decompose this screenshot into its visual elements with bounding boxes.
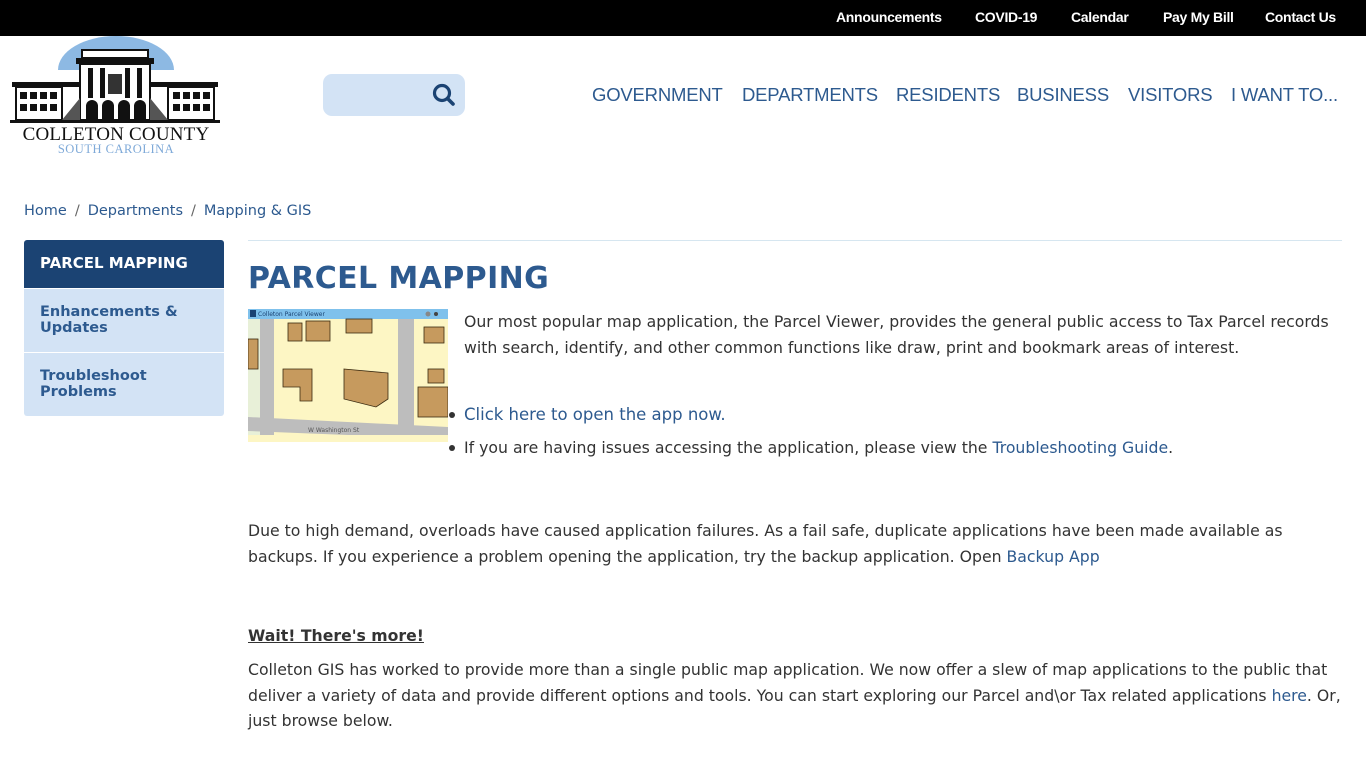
logo-state-name: SOUTH CAROLINA bbox=[57, 142, 175, 156]
parcel-map-image: Colleton Parcel Viewer W Washington St bbox=[248, 309, 448, 442]
open-app-link[interactable]: Click here to open the app now. bbox=[464, 405, 726, 424]
sidebar-item-troubleshoot-problems[interactable]: Troubleshoot Problems bbox=[24, 352, 224, 416]
backup-text: Due to high demand, overloads have cause… bbox=[248, 521, 1283, 566]
nav-business[interactable]: BUSINESS bbox=[1017, 84, 1109, 106]
search-input[interactable] bbox=[331, 80, 427, 110]
app-links-list: Click here to open the app now. If you a… bbox=[449, 402, 1344, 468]
nav-residents[interactable]: RESIDENTS bbox=[896, 84, 1000, 106]
troubleshoot-text-end: . bbox=[1168, 438, 1174, 457]
utility-link-contact-us[interactable]: Contact Us bbox=[1265, 9, 1336, 25]
section-sidebar: PARCEL MAPPING Enhancements & Updates Tr… bbox=[24, 240, 224, 416]
content-divider bbox=[248, 240, 1342, 241]
utility-bar: Announcements COVID-19 Calendar Pay My B… bbox=[0, 0, 1366, 36]
intro-paragraph: Our most popular map application, the Pa… bbox=[464, 312, 1329, 357]
more-text: Colleton GIS has worked to provide more … bbox=[248, 660, 1328, 705]
here-link[interactable]: here bbox=[1272, 686, 1307, 705]
breadcrumb-separator: / bbox=[74, 203, 80, 219]
utility-link-announcements[interactable]: Announcements bbox=[836, 9, 942, 25]
nav-visitors[interactable]: VISITORS bbox=[1128, 84, 1213, 106]
thumbnail-app-title: Colleton Parcel Viewer bbox=[258, 311, 325, 318]
thumbnail-street-label: W Washington St bbox=[308, 427, 360, 434]
backup-paragraph: Due to high demand, overloads have cause… bbox=[248, 518, 1342, 569]
sidebar-item-enhancements-updates[interactable]: Enhancements & Updates bbox=[24, 288, 224, 352]
nav-i-want-to[interactable]: I WANT TO... bbox=[1231, 84, 1338, 106]
breadcrumb-separator: / bbox=[191, 203, 196, 219]
breadcrumb-departments[interactable]: Departments bbox=[88, 203, 183, 219]
county-logo[interactable]: COLLETON COUNTY SOUTH CAROLINA bbox=[10, 36, 220, 158]
utility-link-covid-19[interactable]: COVID-19 bbox=[975, 9, 1037, 25]
list-item: Click here to open the app now. bbox=[449, 402, 1344, 435]
backup-app-link[interactable]: Backup App bbox=[1007, 547, 1100, 566]
more-heading: Wait! There's more! bbox=[248, 626, 424, 645]
nav-departments[interactable]: DEPARTMENTS bbox=[742, 84, 878, 106]
nav-government[interactable]: GOVERNMENT bbox=[592, 84, 723, 106]
list-item: If you are having issues accessing the a… bbox=[449, 435, 1344, 468]
troubleshooting-guide-link[interactable]: Troubleshooting Guide bbox=[992, 438, 1168, 457]
page-title: PARCEL MAPPING bbox=[248, 261, 550, 296]
breadcrumb-mapping-gis[interactable]: Mapping & GIS bbox=[204, 203, 311, 219]
search-icon bbox=[432, 83, 455, 106]
utility-link-calendar[interactable]: Calendar bbox=[1071, 9, 1129, 25]
sidebar-item-parcel-mapping[interactable]: PARCEL MAPPING bbox=[24, 240, 224, 288]
troubleshoot-text: If you are having issues accessing the a… bbox=[464, 438, 993, 457]
breadcrumb: Home / Departments / Mapping & GIS bbox=[24, 203, 311, 219]
courthouse-icon bbox=[10, 36, 220, 123]
more-paragraph: Colleton GIS has worked to provide more … bbox=[248, 657, 1342, 734]
search-button[interactable] bbox=[429, 80, 459, 110]
parcel-viewer-thumbnail[interactable]: Colleton Parcel Viewer W Washington St bbox=[248, 309, 448, 442]
site-search bbox=[323, 74, 465, 116]
breadcrumb-home[interactable]: Home bbox=[24, 203, 67, 219]
utility-link-pay-my-bill[interactable]: Pay My Bill bbox=[1163, 9, 1234, 25]
